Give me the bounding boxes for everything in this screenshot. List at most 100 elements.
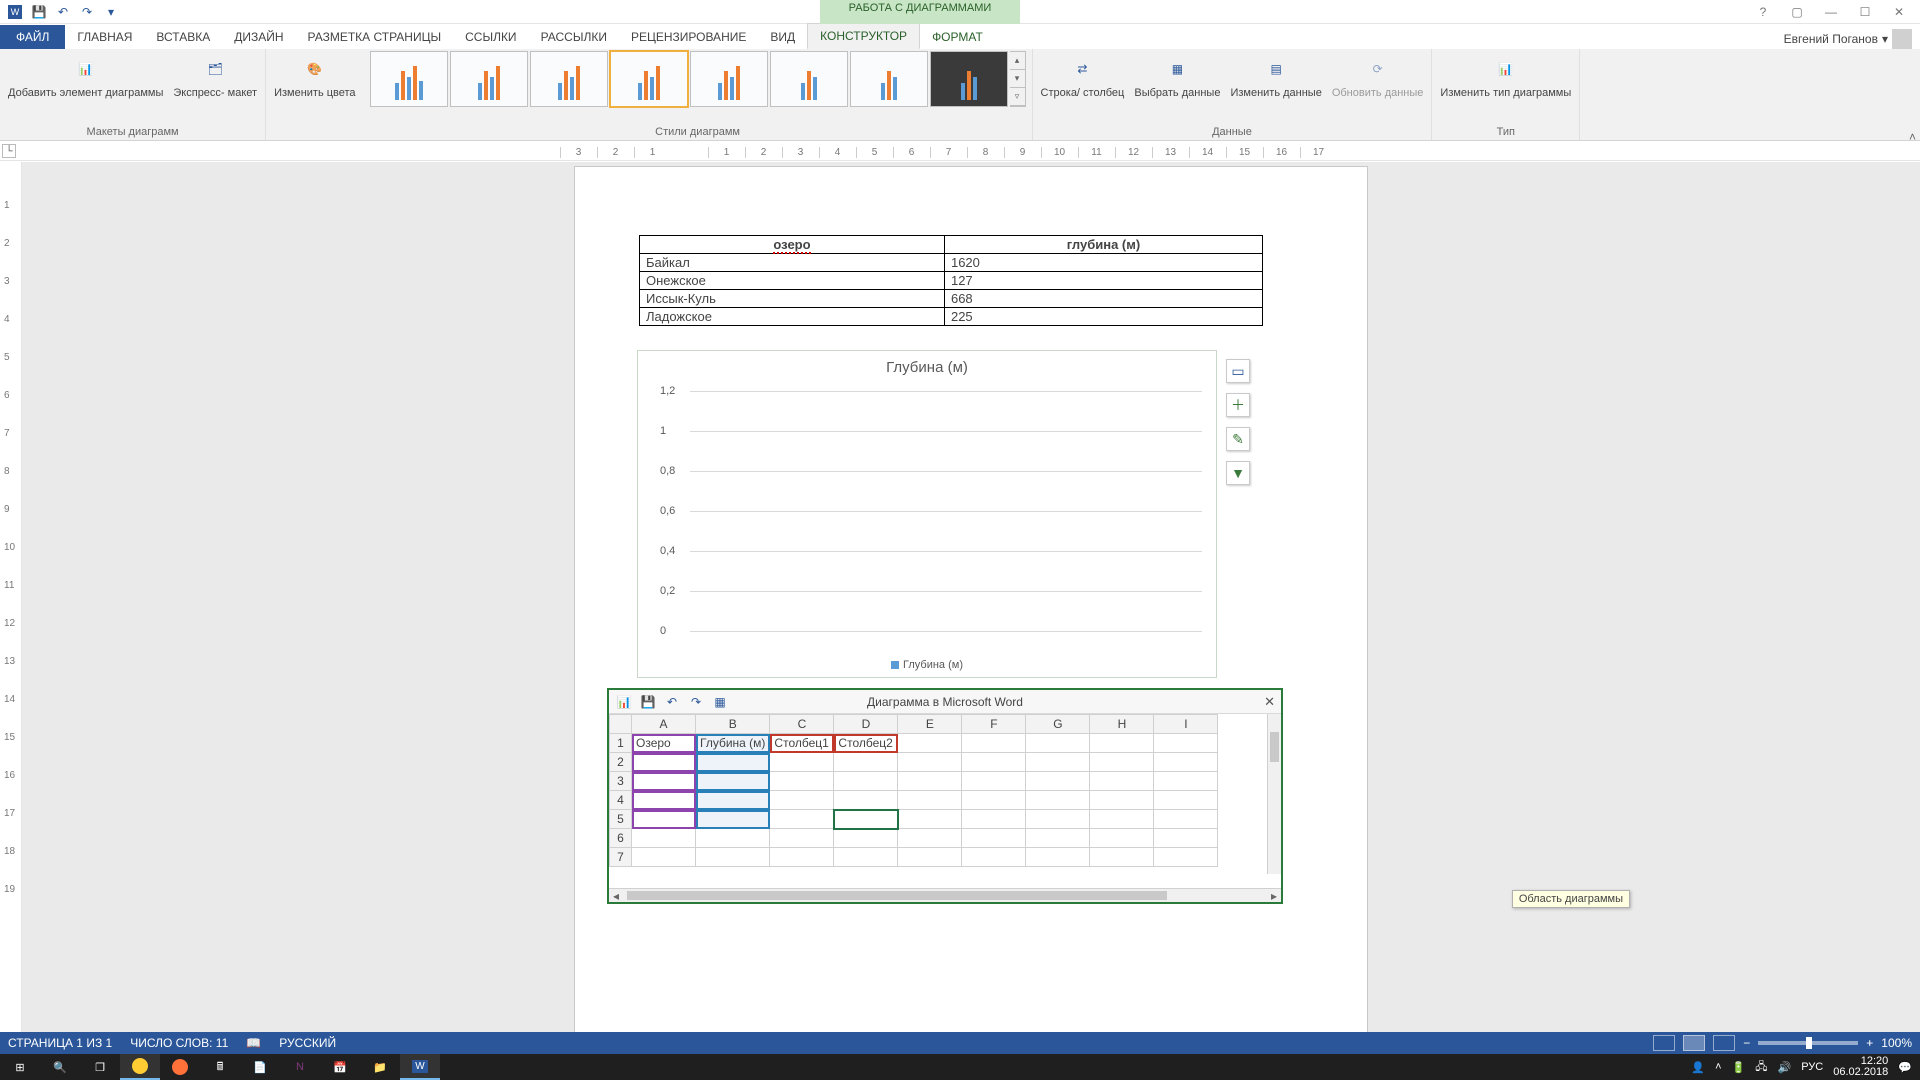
cell[interactable] (632, 829, 696, 848)
cell[interactable] (632, 753, 696, 772)
undo-icon[interactable]: ↶ (663, 693, 681, 711)
taskbar-word[interactable]: W (400, 1054, 440, 1080)
cell[interactable] (632, 791, 696, 810)
status-word-count[interactable]: ЧИСЛО СЛОВ: 11 (130, 1036, 228, 1050)
cell[interactable] (696, 772, 770, 791)
status-language[interactable]: РУССКИЙ (279, 1036, 336, 1050)
tray-battery-icon[interactable]: 🔋 (1732, 1061, 1746, 1074)
tray-clock[interactable]: 12:20 06.02.2018 (1833, 1056, 1888, 1078)
cell[interactable] (834, 829, 898, 848)
chart-styles-button[interactable]: ✎ (1226, 427, 1250, 451)
chart-object[interactable]: Глубина (м) Глубина (м) ▭ ＋ ✎ ▼ 00,20,40… (637, 350, 1217, 678)
cell[interactable] (770, 848, 834, 867)
row-header[interactable]: 4 (610, 791, 632, 810)
chart-style-3[interactable] (530, 51, 608, 107)
tab-insert[interactable]: ВСТАВКА (144, 25, 222, 49)
sheet-horizontal-scrollbar[interactable]: ◂ ▸ (609, 888, 1281, 902)
cell[interactable] (1090, 829, 1154, 848)
tab-chart-design[interactable]: КОНСТРУКТОР (807, 23, 920, 49)
cell[interactable] (898, 810, 962, 829)
table-row[interactable]: Онежское127 (640, 272, 1263, 290)
chart-style-8[interactable] (930, 51, 1008, 107)
cell[interactable] (898, 753, 962, 772)
chart-icon[interactable]: 📊 (615, 693, 633, 711)
scroll-left-icon[interactable]: ◂ (609, 889, 623, 903)
cell[interactable] (834, 753, 898, 772)
cell[interactable] (632, 810, 696, 829)
cell[interactable] (1090, 848, 1154, 867)
change-chart-type-button[interactable]: 📊 Изменить тип диаграммы (1438, 51, 1573, 101)
row-header[interactable]: 7 (610, 848, 632, 867)
cell[interactable] (1090, 810, 1154, 829)
edit-data-button[interactable]: ▤ Изменить данные (1228, 51, 1323, 101)
chart-filters-button[interactable]: ▼ (1226, 461, 1250, 485)
search-button[interactable]: 🔍 (40, 1054, 80, 1080)
vertical-ruler[interactable]: 12345678910111213141516171819 (0, 162, 22, 1042)
cell[interactable] (1026, 734, 1090, 753)
minimize-icon[interactable]: — (1816, 5, 1846, 19)
cell[interactable]: Глубина (м) (696, 734, 770, 753)
save-icon[interactable]: 💾 (28, 1, 50, 23)
cell[interactable] (1090, 734, 1154, 753)
chart-legend[interactable]: Глубина (м) (638, 659, 1216, 671)
cell[interactable] (696, 848, 770, 867)
cell[interactable] (834, 791, 898, 810)
cell[interactable] (962, 791, 1026, 810)
cell[interactable] (898, 829, 962, 848)
cell[interactable] (898, 848, 962, 867)
taskbar-firefox[interactable] (160, 1054, 200, 1080)
tab-chart-format[interactable]: ФОРМАТ (920, 25, 995, 49)
quick-layout-button[interactable]: 🗂 Экспресс- макет (171, 51, 259, 101)
cell[interactable] (1154, 772, 1218, 791)
switch-row-col-button[interactable]: ⇄ Строка/ столбец (1039, 51, 1127, 101)
tab-selector[interactable]: └ (2, 144, 16, 158)
col-header[interactable]: G (1026, 715, 1090, 734)
tab-design[interactable]: ДИЗАЙН (222, 25, 295, 49)
cell[interactable] (696, 791, 770, 810)
view-web-layout[interactable] (1713, 1035, 1735, 1051)
cell[interactable]: Столбец1 (770, 734, 834, 753)
close-icon[interactable]: ✕ (1884, 5, 1914, 19)
chart-style-5[interactable] (690, 51, 768, 107)
zoom-out-button[interactable]: − (1743, 1036, 1750, 1050)
chart-layout-options-button[interactable]: ▭ (1226, 359, 1250, 383)
taskbar-onenote[interactable]: N (280, 1054, 320, 1080)
proofing-icon[interactable]: 📖 (246, 1036, 261, 1050)
cell[interactable] (834, 810, 898, 829)
tab-review[interactable]: РЕЦЕНЗИРОВАНИЕ (619, 25, 758, 49)
tray-ime[interactable]: РУС (1801, 1061, 1823, 1073)
tab-file[interactable]: ФАЙЛ (0, 25, 65, 49)
taskbar-notepad[interactable]: 📄 (240, 1054, 280, 1080)
redo-icon[interactable]: ↷ (76, 1, 98, 23)
chart-style-7[interactable] (850, 51, 928, 107)
col-header[interactable]: E (898, 715, 962, 734)
cell[interactable]: Озеро (632, 734, 696, 753)
cell[interactable] (1154, 848, 1218, 867)
taskbar-explorer[interactable]: 📁 (360, 1054, 400, 1080)
zoom-level[interactable]: 100% (1881, 1036, 1912, 1050)
taskbar-calculator[interactable]: 🖩 (200, 1054, 240, 1080)
cell[interactable] (770, 753, 834, 772)
view-read-mode[interactable] (1653, 1035, 1675, 1051)
undo-icon[interactable]: ↶ (52, 1, 74, 23)
cell[interactable] (962, 810, 1026, 829)
row-header[interactable]: 2 (610, 753, 632, 772)
sheet-vertical-scrollbar[interactable] (1267, 714, 1281, 874)
zoom-in-button[interactable]: + (1866, 1036, 1873, 1050)
tab-view[interactable]: ВИД (758, 25, 807, 49)
cell[interactable] (834, 848, 898, 867)
tray-chevron-up-icon[interactable]: ˄ (1715, 1061, 1721, 1073)
status-page[interactable]: СТРАНИЦА 1 ИЗ 1 (8, 1036, 112, 1050)
cell[interactable] (1026, 791, 1090, 810)
zoom-slider[interactable] (1758, 1041, 1858, 1045)
chart-style-1[interactable] (370, 51, 448, 107)
taskbar-yandex[interactable] (120, 1054, 160, 1080)
select-data-button[interactable]: ▦ Выбрать данные (1132, 51, 1222, 101)
cell[interactable] (962, 772, 1026, 791)
cell[interactable] (1026, 753, 1090, 772)
sheet-options-icon[interactable]: ▦ (711, 693, 729, 711)
cell[interactable] (696, 753, 770, 772)
cell[interactable] (962, 753, 1026, 772)
col-header[interactable]: I (1154, 715, 1218, 734)
cell[interactable] (1090, 753, 1154, 772)
